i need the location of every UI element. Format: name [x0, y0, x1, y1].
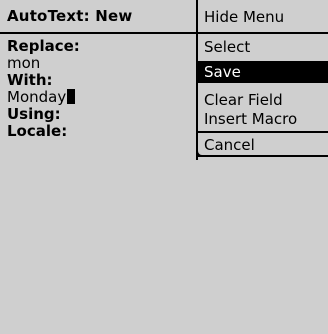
menu-bottom-border — [196, 155, 328, 157]
locale-label: Locale: — [7, 122, 68, 140]
autotext-screen: AutoText: New Replace: mon With: Monday … — [0, 0, 328, 334]
replace-label: Replace: — [7, 37, 80, 55]
using-field[interactable]: Using: — [7, 106, 193, 123]
locale-field[interactable]: Locale: — [7, 123, 193, 140]
with-label-row: With: — [7, 72, 193, 89]
autotext-form: Replace: mon With: Monday Using: Locale: — [7, 38, 193, 140]
menu-item-select[interactable]: Select — [198, 36, 328, 58]
with-label: With: — [7, 71, 53, 89]
title-bar: AutoText: New — [0, 0, 196, 34]
menu-divider — [198, 131, 328, 133]
replace-label-row: Replace: — [7, 38, 193, 55]
menu-item-save[interactable]: Save — [198, 61, 328, 83]
menu-item-insert-macro[interactable]: Insert Macro — [198, 108, 328, 130]
replace-value[interactable]: mon — [7, 54, 40, 72]
with-value[interactable]: Monday — [7, 88, 66, 106]
context-menu: Hide Menu Select Save Clear Field Insert… — [196, 0, 328, 160]
with-field[interactable]: Monday — [7, 89, 193, 106]
text-cursor — [67, 89, 76, 104]
menu-item-cancel[interactable]: Cancel — [198, 134, 328, 156]
replace-field[interactable]: mon — [7, 55, 193, 72]
title-divider — [0, 32, 196, 34]
menu-item-hide-menu[interactable]: Hide Menu — [198, 6, 328, 28]
menu-divider — [198, 32, 328, 34]
screen-title: AutoText: New — [7, 7, 133, 25]
using-label: Using: — [7, 105, 61, 123]
